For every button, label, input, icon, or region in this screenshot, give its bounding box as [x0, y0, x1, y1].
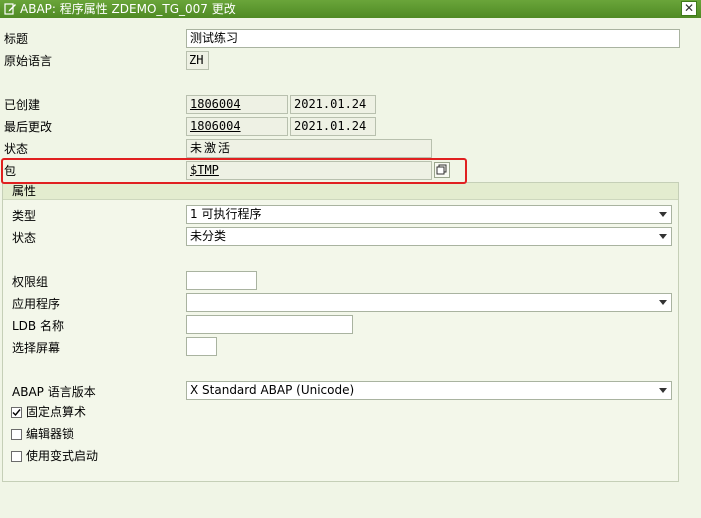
title-input[interactable]: 测试练习 — [186, 29, 680, 48]
abap-version-label: ABAP 语言版本 — [12, 385, 96, 399]
ldb-name-label: LDB 名称 — [12, 319, 64, 333]
attributes-group-header — [3, 183, 678, 200]
start-with-variant-checkbox[interactable] — [11, 451, 22, 462]
application-label: 应用程序 — [12, 297, 61, 311]
abap-version-dropdown[interactable]: X Standard ABAP (Unicode) — [186, 381, 672, 400]
original-language-field: ZH — [186, 51, 209, 70]
status-field: 未激活 — [186, 139, 432, 158]
created-by-field[interactable]: 1806004 — [186, 95, 288, 114]
attr-status-dropdown-value: 未分类 — [190, 229, 227, 243]
title-label: 标题 — [4, 32, 29, 46]
type-dropdown[interactable]: 1 可执行程序 — [186, 205, 672, 224]
created-date-field: 2021.01.24 — [290, 95, 376, 114]
ldb-name-input[interactable] — [186, 315, 353, 334]
close-button[interactable]: ✕ — [681, 1, 697, 16]
created-label: 已创建 — [4, 98, 41, 112]
editor-lock-checkbox[interactable] — [11, 429, 22, 440]
package-highlight-box — [1, 158, 467, 184]
selection-screen-input[interactable] — [186, 337, 217, 356]
window-title: ABAP: 程序属性 ZDEMO_TG_007 更改 — [20, 2, 236, 16]
window-titlebar: ABAP: 程序属性 ZDEMO_TG_007 更改 ✕ — [0, 0, 701, 18]
abap-version-dropdown-value: X Standard ABAP (Unicode) — [190, 383, 355, 397]
last-changed-date-field: 2021.01.24 — [290, 117, 376, 136]
editor-lock-label: 编辑器锁 — [26, 427, 75, 441]
edit-document-icon — [4, 3, 16, 15]
original-language-label: 原始语言 — [4, 54, 53, 68]
type-dropdown-value: 1 可执行程序 — [190, 207, 262, 221]
last-changed-label: 最后更改 — [4, 120, 53, 134]
chevron-down-icon — [659, 212, 667, 217]
last-changed-by-field[interactable]: 1806004 — [186, 117, 288, 136]
attr-status-label: 状态 — [12, 231, 37, 245]
auth-group-label: 权限组 — [12, 275, 49, 289]
selection-screen-label: 选择屏幕 — [12, 341, 61, 355]
status-label: 状态 — [4, 142, 29, 156]
checkmark-icon — [12, 409, 21, 417]
fixed-point-arithmetic-label: 固定点算术 — [26, 405, 87, 419]
attributes-group-title: 属性 — [12, 184, 37, 198]
auth-group-input[interactable] — [186, 271, 257, 290]
chevron-down-icon — [659, 234, 667, 239]
type-label: 类型 — [12, 209, 37, 223]
attr-status-dropdown[interactable]: 未分类 — [186, 227, 672, 246]
fixed-point-arithmetic-checkbox[interactable] — [11, 407, 22, 418]
chevron-down-icon — [659, 388, 667, 393]
chevron-down-icon — [659, 300, 667, 305]
application-dropdown[interactable] — [186, 293, 672, 312]
start-with-variant-label: 使用变式启动 — [26, 449, 99, 463]
